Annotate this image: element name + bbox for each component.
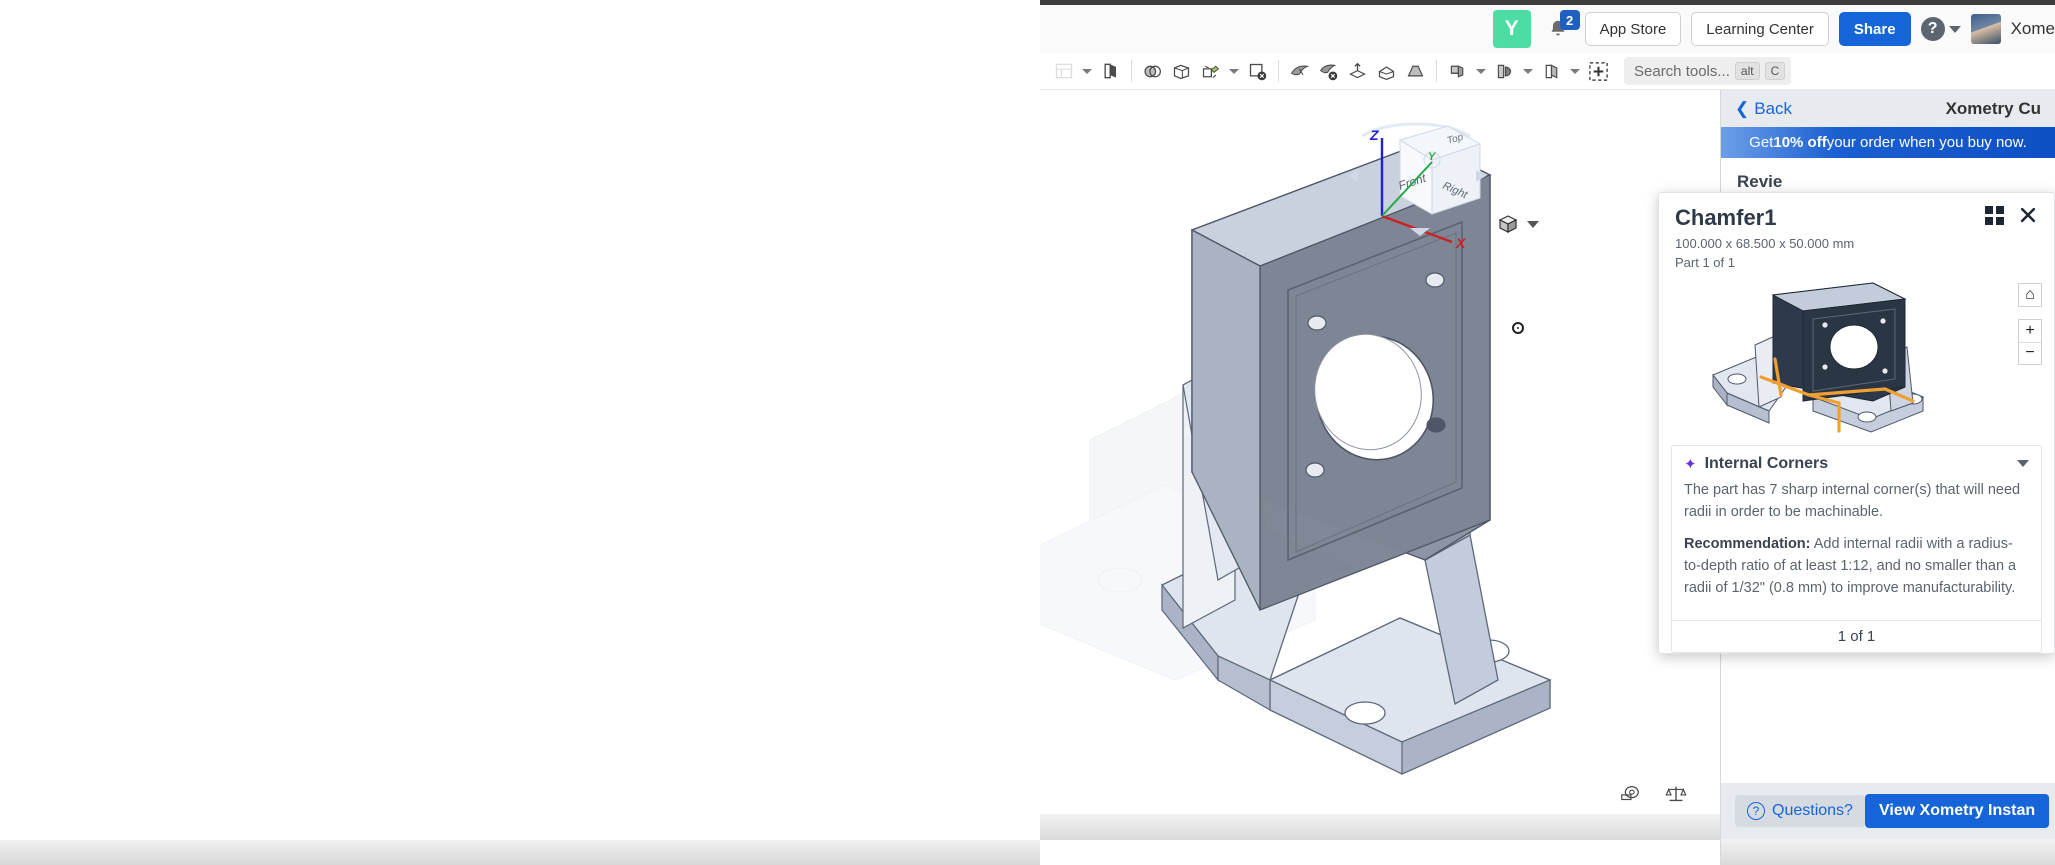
origin-point[interactable]: [1512, 322, 1524, 334]
preview-home-control[interactable]: ⌂: [2018, 282, 2042, 307]
view-cube[interactable]: Top Front Right Z X Y: [1340, 118, 1486, 251]
split-dropdown-icon[interactable]: [1567, 58, 1583, 85]
view-instant-quote-button[interactable]: View Xometry Instan: [1864, 794, 2050, 828]
promo-discount: 10% off: [1773, 134, 1827, 151]
learning-center-button[interactable]: Learning Center: [1691, 12, 1829, 46]
chevron-down-icon[interactable]: [1527, 220, 1539, 228]
search-tools[interactable]: Search tools... alt C: [1624, 57, 1792, 85]
zoom-out-button[interactable]: −: [2019, 341, 2041, 364]
grid-view-icon[interactable]: [1985, 205, 2004, 225]
measure-tape-icon[interactable]: [1618, 783, 1642, 805]
import-icon[interactable]: [1344, 58, 1371, 85]
promo-banner[interactable]: Get 10% off your order when you buy now.: [1721, 127, 2055, 158]
display-style-dropdown[interactable]: [1495, 212, 1539, 236]
dfm-insight-pager: 1 of 1: [1672, 619, 2041, 652]
dfm-dialog[interactable]: Chamfer1 100.000 x 68.500 x 50.000 mm Pa…: [1658, 192, 2055, 654]
xometry-panel-footer: ? Questions? View Xometry Instan: [1721, 783, 2055, 839]
shaded-cube-icon: [1498, 215, 1518, 233]
dfm-dimensions: 100.000 x 68.500 x 50.000 mm: [1675, 236, 1855, 251]
dfm-insight-title: Internal Corners: [1704, 454, 1829, 472]
delete-face-icon[interactable]: [1244, 58, 1271, 85]
close-icon[interactable]: [2018, 205, 2038, 225]
kbd-alt: alt: [1734, 61, 1760, 81]
rotate-left-arrow: [1348, 170, 1358, 182]
preview-zoom-controls[interactable]: + −: [2018, 318, 2042, 365]
dfm-part-index: Part 1 of 1: [1675, 254, 1735, 270]
help-menu[interactable]: ?: [1920, 17, 1961, 41]
panel-bottom-strip: [1721, 839, 2055, 865]
graphics-viewport[interactable]: Top Front Right Z X Y: [1040, 90, 1720, 840]
move-face-icon[interactable]: [1286, 58, 1313, 85]
pattern-dropdown-icon[interactable]: [1473, 58, 1489, 85]
desktop-background: [0, 0, 1040, 865]
mirror-icon[interactable]: [1491, 58, 1518, 85]
dfm-preview-model[interactable]: [1691, 279, 2011, 439]
mass-scale-icon[interactable]: [1664, 783, 1688, 805]
axis-label-x: X: [1455, 235, 1467, 251]
dfm-insight-recommendation: Recommendation: Add internal radii with …: [1684, 533, 2029, 599]
modeling-toolbar: Search tools... alt C: [1040, 53, 2055, 90]
questions-label: Questions?: [1772, 802, 1853, 819]
dfm-insight-card: ✦ Internal Corners The part has 7 sharp …: [1671, 444, 2042, 653]
boolean-icon[interactable]: [1139, 58, 1166, 85]
xometry-panel-title: Xometry Cu: [1945, 98, 2041, 118]
add-feature-icon[interactable]: [1585, 58, 1612, 85]
question-mark-icon: ?: [1747, 802, 1765, 820]
mirror-dropdown-icon[interactable]: [1520, 58, 1536, 85]
sparkle-icon: ✦: [1684, 455, 1697, 473]
review-heading: Revie: [1737, 172, 1783, 191]
screen-root: Y 2 App Store Learning Center Share ? Xo…: [0, 0, 2055, 865]
dfm-part-title: Chamfer1: [1675, 205, 1777, 230]
kbd-c: C: [1764, 61, 1786, 81]
dfm-dialog-header: Chamfer1: [1659, 193, 2054, 235]
extrude-icon[interactable]: [1168, 58, 1195, 85]
delete-part-icon[interactable]: [1315, 58, 1342, 85]
transform-dropdown-icon[interactable]: [1226, 58, 1242, 85]
dfm-insight-description: The part has 7 sharp internal corner(s) …: [1684, 481, 2021, 520]
toolbar-separator: [1278, 60, 1279, 82]
toolbar-separator: [1436, 60, 1437, 82]
viewport-bottom-strip: [1040, 814, 1720, 840]
chevron-down-icon: [1948, 25, 1961, 33]
triangle-down-icon[interactable]: [2017, 460, 2029, 468]
back-button[interactable]: ❮ Back: [1735, 99, 1792, 119]
recommendation-label: Recommendation:: [1684, 535, 1811, 552]
help-icon: ?: [1920, 17, 1945, 41]
dfm-preview-viewport[interactable]: ⌂ + −: [1659, 277, 2054, 439]
viewport-status-icons: [1040, 774, 1720, 814]
split-icon[interactable]: [1538, 58, 1565, 85]
rotate-right-arrow: [1476, 170, 1486, 182]
draft-icon[interactable]: [1402, 58, 1429, 85]
notification-badge: 2: [1559, 10, 1580, 30]
chevron-left-icon: ❮: [1735, 98, 1750, 118]
toolbar-separator: [1131, 60, 1132, 82]
username-label: Xome: [2010, 19, 2055, 38]
dfm-dialog-controls: [1985, 205, 2038, 225]
avatar[interactable]: [1970, 14, 2001, 44]
promo-pre: Get: [1749, 134, 1774, 151]
dfm-insight-body: The part has 7 sharp internal corner(s) …: [1672, 479, 2041, 620]
dfm-insight-header[interactable]: ✦ Internal Corners: [1672, 446, 2041, 479]
home-icon[interactable]: ⌂: [2019, 284, 2041, 306]
notifications-button[interactable]: 2: [1541, 10, 1580, 46]
promo-post: your order when you buy now.: [1826, 134, 2027, 151]
app-logo[interactable]: Y: [1492, 10, 1531, 48]
xometry-panel-header: ❮ Back Xometry Cu: [1721, 90, 2055, 127]
shell-icon[interactable]: [1373, 58, 1400, 85]
desktop-taskbar-strip: [0, 840, 1040, 865]
transform-icon[interactable]: [1197, 58, 1224, 85]
search-input[interactable]: Search tools...: [1634, 63, 1730, 80]
back-label: Back: [1754, 98, 1793, 118]
sketch-icon[interactable]: [1050, 58, 1077, 85]
pattern-icon[interactable]: [1444, 58, 1471, 85]
plane-icon[interactable]: [1097, 58, 1124, 85]
zoom-in-button[interactable]: +: [2019, 320, 2041, 342]
sketch-dropdown-icon[interactable]: [1079, 58, 1095, 85]
app-store-button[interactable]: App Store: [1584, 12, 1682, 46]
app-header: Y 2 App Store Learning Center Share ? Xo…: [1040, 5, 2055, 53]
axis-label-z: Z: [1369, 127, 1379, 143]
questions-button[interactable]: ? Questions?: [1735, 795, 1865, 827]
share-button[interactable]: Share: [1838, 12, 1911, 46]
